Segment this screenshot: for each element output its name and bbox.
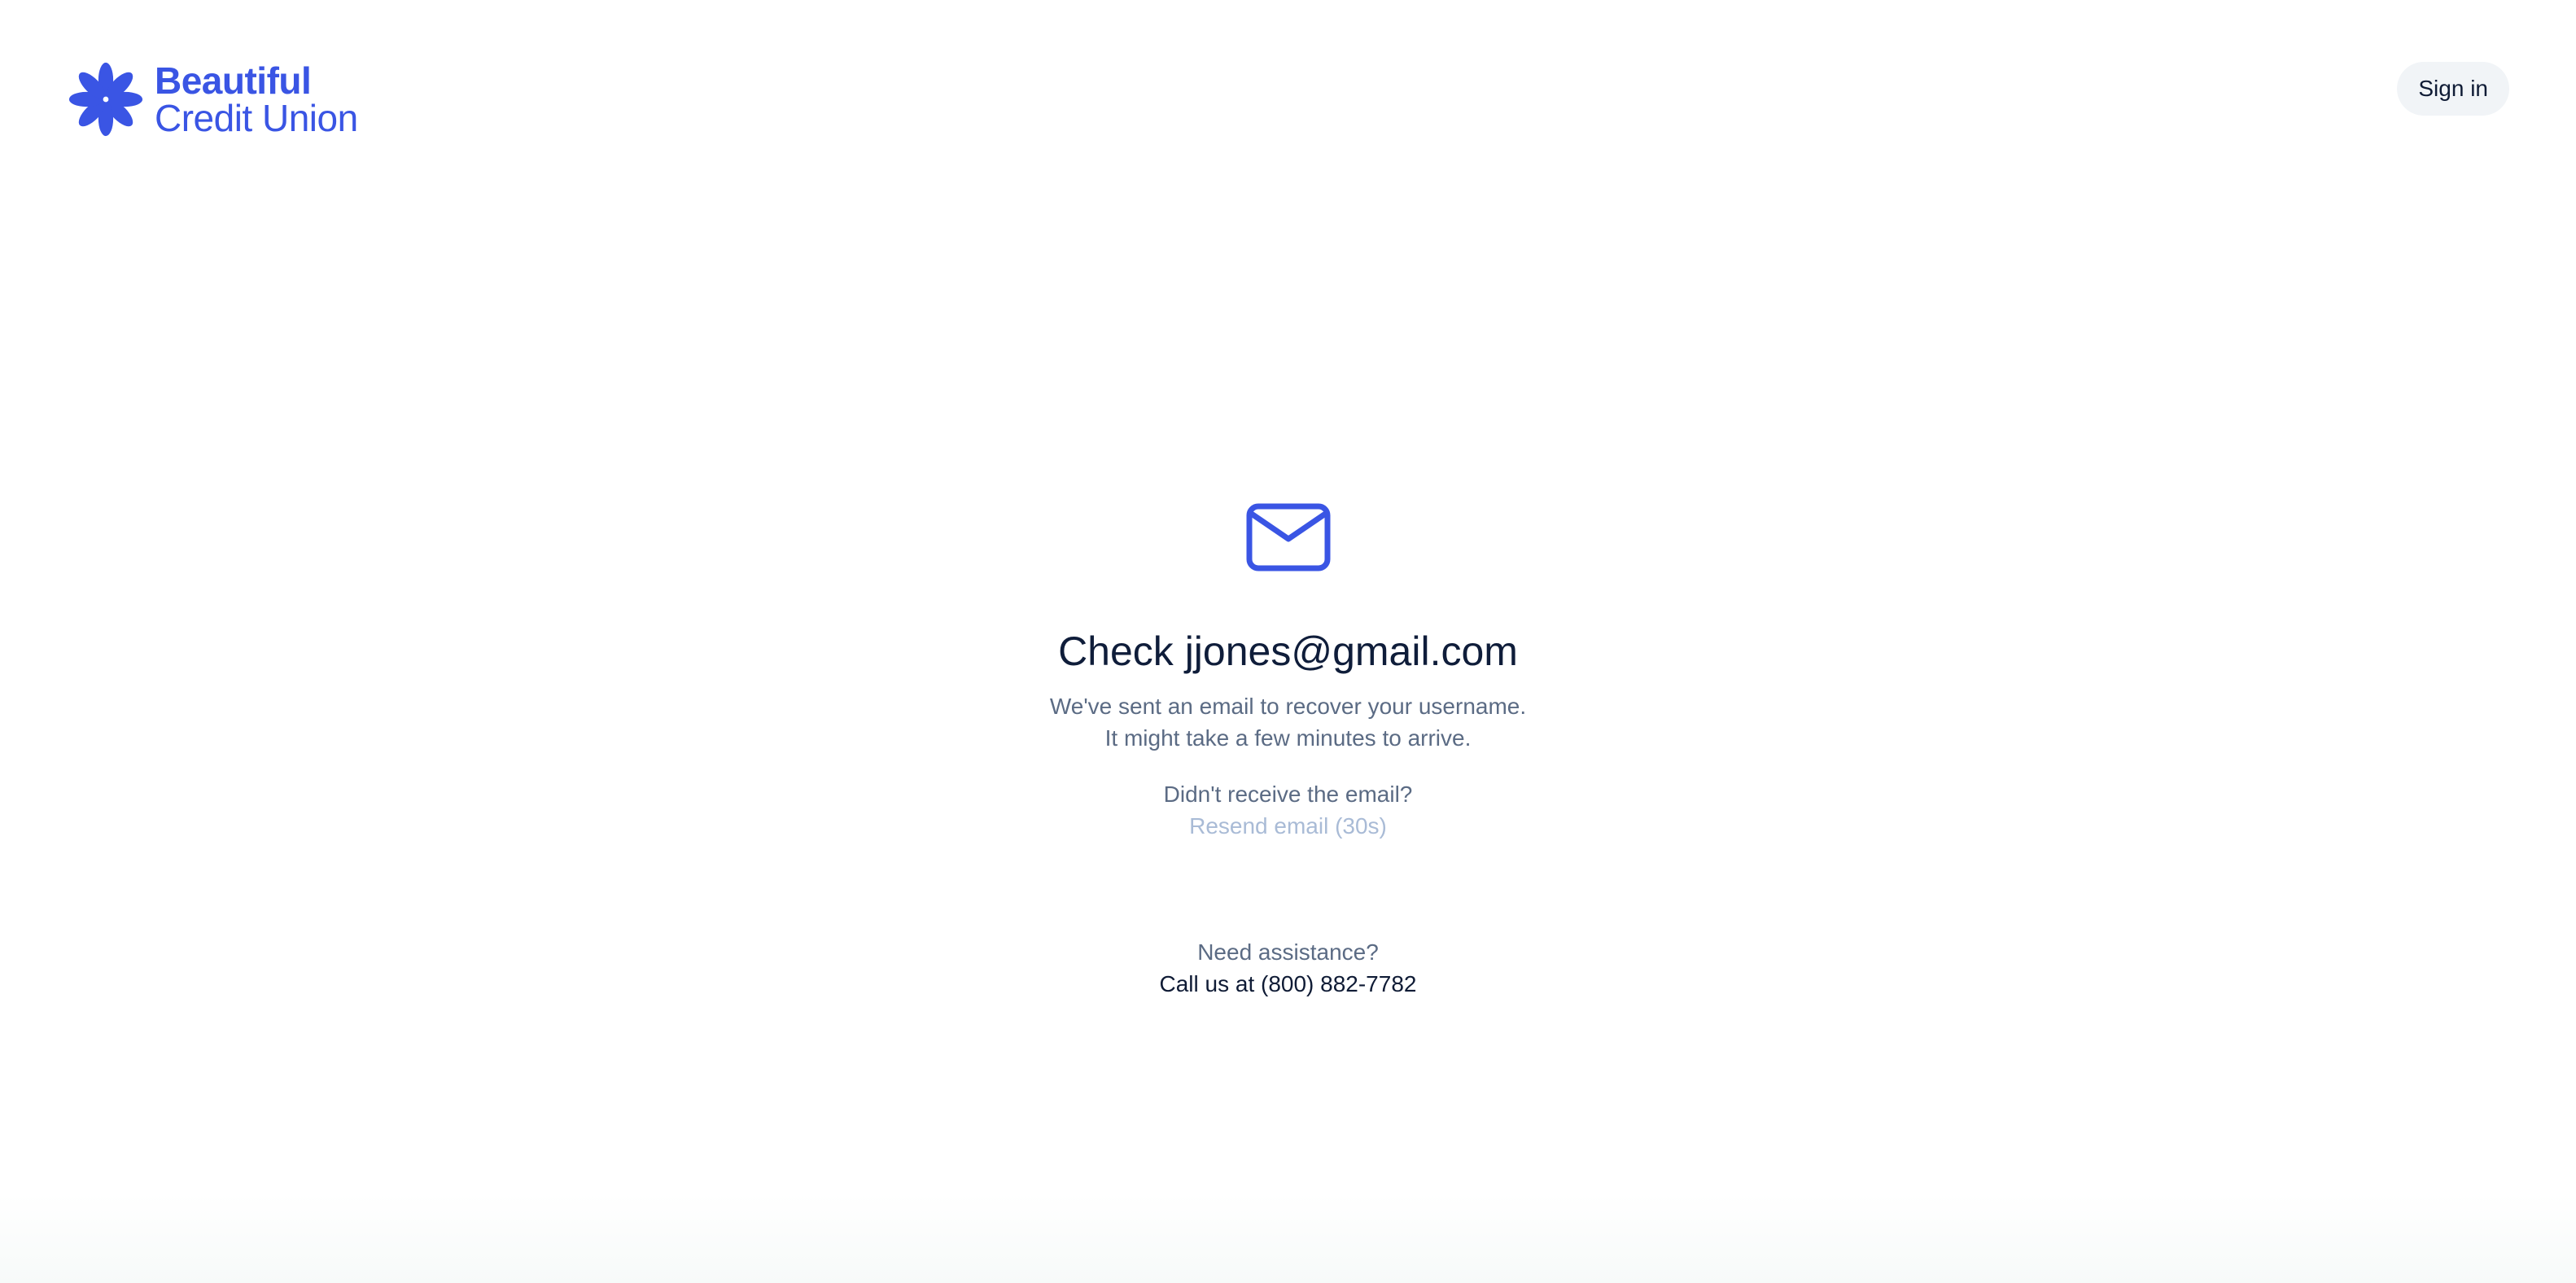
assist-prompt: Need assistance? [1197, 939, 1379, 965]
confirmation-panel: Check jjones@gmail.com We've sent an ema… [0, 503, 2576, 1000]
description: We've sent an email to recover your user… [0, 690, 2576, 754]
brand-name-line2: Credit Union [155, 97, 358, 139]
page-title: Check jjones@gmail.com [1058, 628, 1518, 674]
sign-in-button[interactable]: Sign in [2397, 62, 2509, 116]
mail-icon [1246, 503, 1330, 571]
resend-email-link[interactable]: Resend email (30s) [1189, 813, 1387, 839]
resend-prompt: Didn't receive the email? [1163, 782, 1413, 807]
assistance-section: Need assistance? Call us at (800) 882-77… [0, 936, 2576, 1000]
description-line2: It might take a few minutes to arrive. [1104, 725, 1472, 751]
footer-fade [0, 1193, 2576, 1283]
description-line1: We've sent an email to recover your user… [1049, 694, 1527, 719]
brand-name: Beautiful Credit Union [155, 62, 358, 137]
resend-section: Didn't receive the email? Resend email (… [0, 778, 2576, 842]
brand-name-line1: Beautiful [155, 59, 312, 102]
flower-logo-icon [68, 62, 143, 137]
call-phone-link[interactable]: Call us at (800) 882-7782 [1160, 971, 1417, 996]
brand-logo[interactable]: Beautiful Credit Union [67, 60, 358, 138]
